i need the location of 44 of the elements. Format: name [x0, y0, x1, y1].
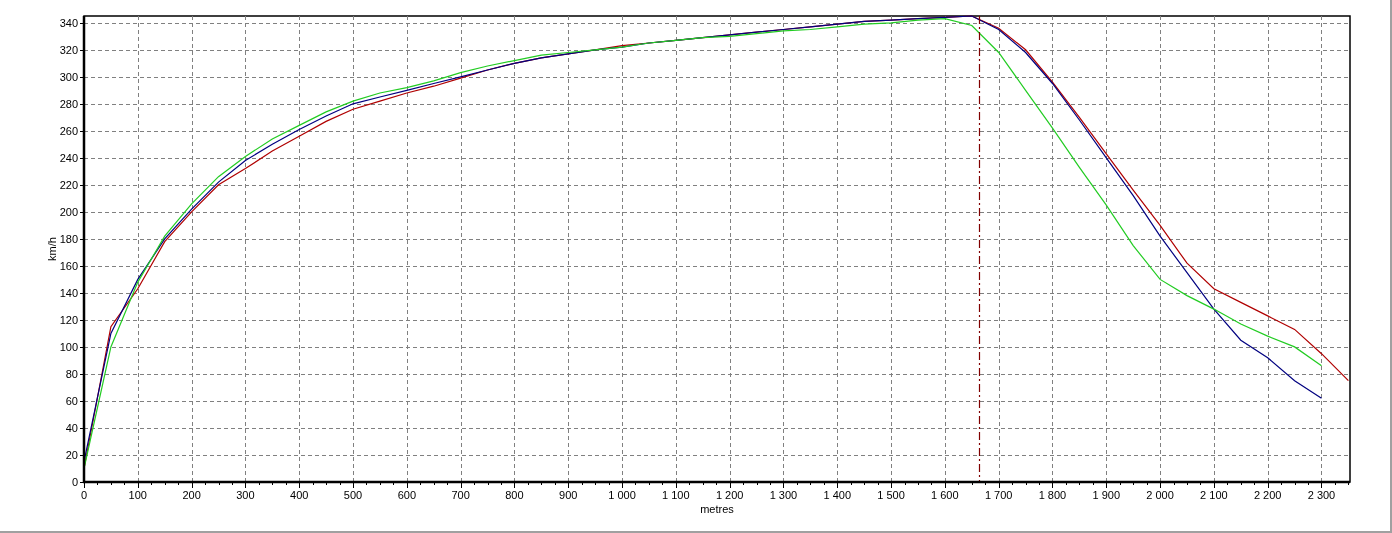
y-tick-label: 120: [59, 313, 78, 326]
x-tick-label: 2 300: [1307, 489, 1336, 501]
y-tick-label: 200: [59, 205, 78, 218]
x-tick-label: 600: [397, 489, 416, 501]
y-tick-label: 160: [59, 259, 78, 272]
x-axis-title: metres: [700, 503, 734, 515]
y-tick-label: 0: [71, 476, 78, 488]
x-tick-label: 1 900: [1092, 489, 1121, 501]
y-tick-label: 300: [59, 70, 78, 83]
y-axis-title: km/h: [46, 237, 58, 261]
y-tick-label: 100: [59, 340, 78, 353]
x-tick-label: 0: [80, 489, 88, 501]
y-tick-label: 80: [65, 367, 78, 380]
x-tick-label: 1 200: [715, 489, 744, 501]
y-tick-label: 180: [59, 232, 78, 245]
x-tick-label: 1 600: [931, 489, 959, 501]
x-tick-label: 1 300: [769, 489, 798, 501]
x-tick-label: 100: [128, 489, 147, 501]
y-tick-label: 40: [65, 421, 78, 434]
x-tick-label: 500: [343, 489, 363, 501]
y-tick-label: 320: [59, 43, 78, 56]
x-tick-label: 2 200: [1253, 489, 1282, 501]
x-tick-label: 1 400: [823, 489, 851, 501]
x-tick-label: 800: [505, 489, 524, 501]
x-tick-label: 300: [236, 489, 255, 501]
y-tick-label: 20: [65, 449, 78, 461]
x-tick-label: 700: [451, 489, 470, 501]
x-tick-label: 1 000: [608, 489, 636, 501]
y-tick-label: 240: [59, 151, 78, 164]
x-tick-label: 200: [182, 489, 201, 501]
x-tick-label: 1 500: [877, 489, 905, 501]
x-tick-label: 2 000: [1146, 489, 1174, 501]
x-tick-label: 1 800: [1038, 489, 1067, 501]
y-tick-label: 60: [65, 394, 78, 407]
y-tick-label: 220: [59, 178, 78, 191]
x-tick-label: 1 100: [662, 489, 690, 501]
y-tick-label: 280: [59, 97, 78, 110]
x-tick-label: 900: [559, 489, 578, 501]
y-tick-label: 340: [59, 16, 78, 29]
x-tick-label: 1 700: [984, 489, 1013, 501]
y-tick-label: 260: [59, 124, 78, 137]
x-tick-label: 2 100: [1200, 489, 1228, 501]
y-tick-label: 140: [59, 286, 78, 299]
x-tick-label: 400: [290, 489, 309, 501]
